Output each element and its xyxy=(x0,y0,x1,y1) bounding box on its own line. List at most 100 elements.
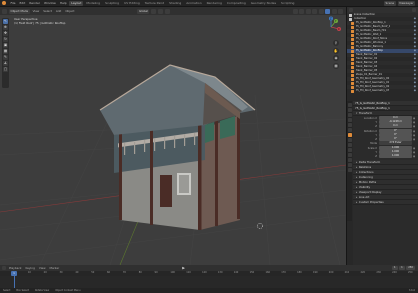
tab-modeling[interactable]: Modeling xyxy=(84,1,102,6)
snap-icon[interactable] xyxy=(158,8,164,14)
menu-file[interactable]: File xyxy=(9,1,17,5)
play-icon[interactable]: ▶ xyxy=(182,266,185,270)
menu-render[interactable]: Render xyxy=(28,1,42,5)
proportional-edit-icon[interactable] xyxy=(165,8,171,14)
cursor-icon[interactable]: ⊕ xyxy=(3,25,8,30)
pan-icon[interactable]: ✋ xyxy=(333,47,339,54)
outliner-row[interactable]: 75_Fill_Roof_Geometry_03 ◉ xyxy=(347,89,418,93)
measure-icon[interactable]: ∡ xyxy=(3,61,8,66)
scale-z-field[interactable]: 1.000 xyxy=(379,154,412,158)
transform-icon[interactable]: ▦ xyxy=(3,49,8,54)
tab-layout[interactable]: Layout xyxy=(69,0,84,6)
tab-rendering[interactable]: Rendering xyxy=(205,1,224,6)
menu-select[interactable]: Select xyxy=(42,9,53,13)
timeline-ruler[interactable]: 0102030405060708090100110120130140150160… xyxy=(0,271,418,276)
gizmo-toggle-icon[interactable] xyxy=(299,8,304,14)
tab-geometry-nodes[interactable]: Geometry Nodes xyxy=(249,1,278,6)
mesh-icon xyxy=(351,49,354,53)
tab-compositing[interactable]: Compositing xyxy=(225,1,248,6)
section-custom-properties[interactable]: ▸ Custom Properties xyxy=(353,200,418,205)
lock-icon[interactable]: ● xyxy=(413,134,416,137)
transform-orientation-dropdown[interactable]: Global xyxy=(137,8,150,14)
rotate-icon[interactable]: ↻ xyxy=(3,37,8,42)
texture-tab-icon[interactable] xyxy=(347,168,352,172)
output-tab-icon[interactable] xyxy=(347,113,352,117)
scene-selector[interactable]: Scene xyxy=(384,0,396,6)
view-layer-tab-icon[interactable] xyxy=(347,118,352,122)
xray-toggle-icon[interactable] xyxy=(312,8,317,14)
menu-timeline-view[interactable]: View xyxy=(38,266,47,270)
current-frame-field[interactable]: 1 xyxy=(392,266,398,270)
annotate-icon[interactable]: ✎ xyxy=(3,55,8,60)
particles-tab-icon[interactable] xyxy=(347,143,352,147)
tab-sculpting[interactable]: Sculpting xyxy=(103,1,121,6)
data-tab-icon[interactable] xyxy=(347,158,352,162)
lock-icon[interactable]: ● xyxy=(413,130,416,133)
object-tab-icon[interactable] xyxy=(347,133,352,137)
eye-icon[interactable]: ◉ xyxy=(414,89,418,93)
tool-tab-icon[interactable] xyxy=(347,103,352,107)
add-cube-icon[interactable]: ▢ xyxy=(3,67,8,72)
collection-icon xyxy=(349,13,352,17)
timeline-editor-icon[interactable] xyxy=(2,266,6,270)
render-tab-icon[interactable] xyxy=(347,108,352,112)
material-tab-icon[interactable] xyxy=(347,163,352,167)
menu-view[interactable]: View xyxy=(32,9,41,13)
menu-keying[interactable]: Keying xyxy=(24,266,35,270)
menu-edit[interactable]: Edit xyxy=(18,1,27,5)
shading-solid-icon[interactable] xyxy=(325,8,330,14)
tab-shading[interactable]: Shading xyxy=(167,1,183,6)
properties-tabs xyxy=(347,101,352,221)
lock-icon[interactable]: ● xyxy=(413,117,416,120)
editor-type-icon[interactable] xyxy=(2,8,7,14)
world-tab-icon[interactable] xyxy=(347,128,352,132)
physics-tab-icon[interactable] xyxy=(347,148,352,152)
lock-icon[interactable]: ● xyxy=(413,147,416,150)
3d-viewport[interactable] xyxy=(0,15,346,265)
outliner-editor-icon[interactable] xyxy=(349,8,353,12)
select-icon[interactable]: ↖ xyxy=(3,19,8,24)
lock-icon[interactable]: ● xyxy=(413,121,416,124)
tab-texture-paint[interactable]: Texture Paint xyxy=(143,1,166,6)
end-frame-field[interactable]: 250 xyxy=(406,266,415,270)
modifier-tab-icon[interactable] xyxy=(347,138,352,142)
visibility-icon[interactable] xyxy=(292,8,298,14)
mesh-icon xyxy=(351,41,354,45)
tab-uv-editing[interactable]: UV Editing xyxy=(122,1,142,6)
menu-object[interactable]: Object xyxy=(64,9,75,13)
constraints-tab-icon[interactable] xyxy=(347,153,352,157)
camera-icon[interactable]: ◉ xyxy=(333,55,339,61)
grid-icon[interactable]: ▦ xyxy=(333,62,339,69)
mode-dropdown[interactable]: Object Mode xyxy=(9,8,30,14)
tab-scripting[interactable]: Scripting xyxy=(279,1,296,6)
rotation-mode-dropdown[interactable]: XYZ Euler xyxy=(379,141,412,145)
shading-material-icon[interactable] xyxy=(331,8,337,14)
lock-icon[interactable]: ● xyxy=(413,125,416,128)
overlay-toggle-icon[interactable] xyxy=(305,8,311,14)
timeline-tick-label: 240 xyxy=(392,271,397,274)
timeline-tick-label: 180 xyxy=(297,271,302,274)
scene-tab-icon[interactable] xyxy=(347,123,352,127)
shading-rendered-icon[interactable] xyxy=(338,8,343,14)
lock-icon[interactable]: ● xyxy=(413,138,416,141)
zoom-icon[interactable]: ⚲ xyxy=(333,40,339,46)
menu-marker[interactable]: Marker xyxy=(49,266,61,270)
shading-wireframe-icon[interactable] xyxy=(318,8,324,14)
navigation-gizmo[interactable]: X Y Z xyxy=(320,16,342,38)
blender-logo-icon[interactable] xyxy=(2,1,6,5)
menu-playback[interactable]: Playback xyxy=(8,266,22,270)
pivot-icon[interactable] xyxy=(151,8,157,14)
viewport-info-overlay: User Perspective (1) Field Roof | 75 | G… xyxy=(14,17,65,25)
lock-icon[interactable]: ● xyxy=(413,151,416,154)
start-frame-field[interactable]: 1 xyxy=(399,266,405,270)
scale-icon[interactable]: ▣ xyxy=(3,43,8,48)
lock-icon[interactable]: ● xyxy=(413,155,416,158)
menu-window[interactable]: Window xyxy=(43,1,58,5)
menu-add[interactable]: Add xyxy=(55,9,62,13)
view-layer-selector[interactable]: ViewLayer xyxy=(397,0,415,6)
move-icon[interactable]: ✥ xyxy=(3,31,8,36)
tab-animation[interactable]: Animation xyxy=(184,1,203,6)
location-z-field[interactable]: 0 m xyxy=(379,124,412,128)
menu-help[interactable]: Help xyxy=(58,1,68,5)
outliner-filter-icon[interactable] xyxy=(412,8,416,12)
